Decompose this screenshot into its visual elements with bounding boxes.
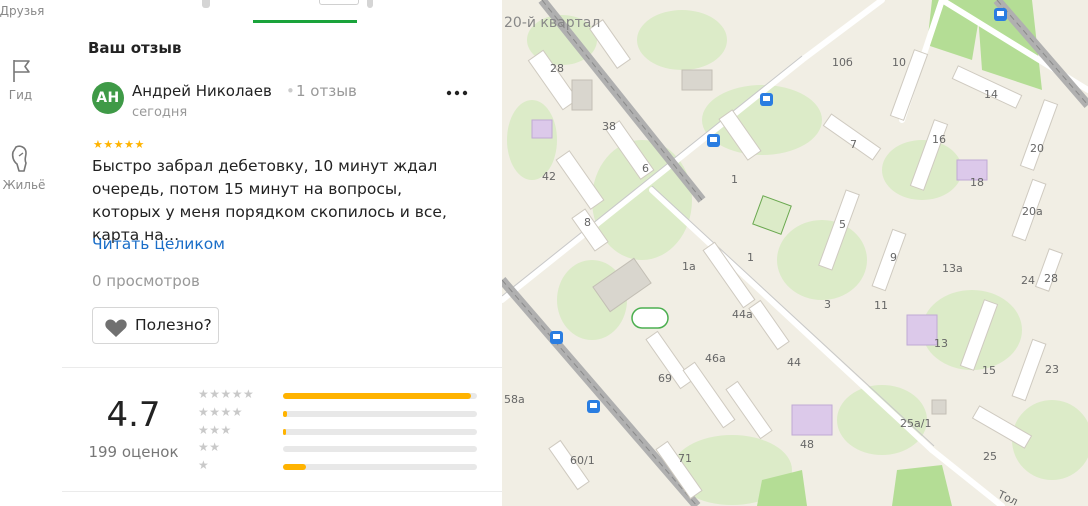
house-number: 44 xyxy=(787,356,801,369)
rating-value: 4.7 xyxy=(106,395,161,435)
dist-fill xyxy=(283,411,287,417)
rail-item-guide-label: Гид xyxy=(8,88,33,102)
rail-item-friends[interactable]: Друзья xyxy=(0,4,62,18)
house-number: 18 xyxy=(970,176,984,189)
house-number: 25а/1 xyxy=(900,417,931,430)
house-number: 13а xyxy=(942,262,963,275)
house-number: 24 xyxy=(1021,274,1035,287)
dist-fill xyxy=(283,393,472,399)
house-number: 6 xyxy=(642,162,649,175)
rail-item-friends-label: Друзья xyxy=(0,4,45,18)
house-number: 28 xyxy=(550,62,564,75)
house-number: 7 xyxy=(850,138,857,151)
house-number: 20 xyxy=(1030,142,1044,155)
house-number: 42 xyxy=(542,170,556,183)
house-number: 71 xyxy=(678,452,692,465)
rating-count: 199 оценок xyxy=(88,443,179,461)
house-number: 1 xyxy=(747,251,754,264)
dist-track xyxy=(283,429,477,435)
house-number: 5 xyxy=(839,218,846,231)
house-number: 20а xyxy=(1022,205,1043,218)
heart-icon xyxy=(105,319,127,337)
rating-dist-row-1: ★ xyxy=(198,458,478,476)
district-label: 20-й квартал xyxy=(504,15,600,31)
read-more-link[interactable]: Читать целиком xyxy=(92,235,225,253)
dist-stars-label: ★★ xyxy=(198,440,221,454)
more-icon xyxy=(446,90,468,96)
map[interactable]: 20-й квартал 28 38 42 6 8 10б 10 14 16 7… xyxy=(502,0,1088,506)
rating-dist-row-3: ★★★ xyxy=(198,423,478,441)
flag-icon xyxy=(13,60,30,82)
useful-button-label: Полезно? xyxy=(135,316,212,334)
tab-fragment xyxy=(202,0,210,8)
house-number: 48 xyxy=(800,438,814,451)
review-text: Быстро забрал дебетовку, 10 минут ждал о… xyxy=(92,157,447,244)
review-date: сегодня xyxy=(132,105,188,120)
dist-fill xyxy=(283,429,286,435)
house-number: 60/1 xyxy=(570,454,595,467)
house-number: 69 xyxy=(658,372,672,385)
dist-track xyxy=(283,464,477,470)
stadium xyxy=(631,307,669,329)
dist-stars-label: ★★★★★ xyxy=(198,387,255,401)
author-separator: • xyxy=(286,82,295,100)
dist-stars-label: ★★★ xyxy=(198,423,232,437)
dist-track xyxy=(283,393,477,399)
dist-track xyxy=(283,411,477,417)
house-number: 58а xyxy=(504,393,525,406)
dist-fill xyxy=(283,464,307,470)
house-number: 16 xyxy=(932,133,946,146)
house-number: 14 xyxy=(984,88,998,101)
house-number: 46а xyxy=(705,352,726,365)
house-number: 25 xyxy=(983,450,997,463)
rail-item-housing[interactable]: Жильё xyxy=(0,144,62,192)
house-number: 11 xyxy=(874,299,888,312)
useful-button[interactable]: Полезно? xyxy=(92,307,219,344)
tab-fragment xyxy=(367,0,373,8)
rating-dist-row-5: ★★★★★ xyxy=(198,387,478,405)
views-count: 0 просмотров xyxy=(92,272,200,290)
rail-item-housing-label: Жильё xyxy=(2,178,46,192)
house-number: 9 xyxy=(890,251,897,264)
house-number: 3 xyxy=(824,298,831,311)
divider xyxy=(62,491,502,492)
more-options-button[interactable] xyxy=(442,84,472,108)
active-tab-indicator xyxy=(253,20,357,23)
house-number: 10 xyxy=(892,56,906,69)
dist-stars-label: ★ xyxy=(198,458,210,472)
house-number: 15 xyxy=(982,364,996,377)
review-stars: ★★★★★ xyxy=(93,138,145,151)
author-name[interactable]: Андрей Николаев xyxy=(132,82,272,100)
rating-dist-row-2: ★★ xyxy=(198,440,478,458)
housing-icon xyxy=(11,145,27,172)
house-number: 13 xyxy=(934,337,948,350)
divider xyxy=(62,367,502,368)
rating-dist-row-4: ★★★★ xyxy=(198,405,478,423)
house-number: 1 xyxy=(731,173,738,186)
house-number: 10б xyxy=(832,56,853,69)
rail-item-guide[interactable]: Гид xyxy=(0,58,62,102)
house-number: 23 xyxy=(1045,363,1059,376)
side-rail: Друзья Гид Жильё xyxy=(0,0,63,506)
house-number: 1а xyxy=(682,260,696,273)
avatar[interactable]: АН xyxy=(92,82,124,114)
dist-stars-label: ★★★★ xyxy=(198,405,244,419)
tab-fragment xyxy=(319,0,359,5)
house-number: 8 xyxy=(584,216,591,229)
tabs-strip xyxy=(62,0,502,26)
house-number: 38 xyxy=(602,120,616,133)
section-title: Ваш отзыв xyxy=(88,39,182,57)
map-canvas[interactable]: 20-й квартал 28 38 42 6 8 10б 10 14 16 7… xyxy=(502,0,1088,506)
review-panel: Ваш отзыв АН Андрей Николаев • 1 отзыв с… xyxy=(62,0,503,506)
author-review-count: 1 отзыв xyxy=(296,82,357,100)
dist-track xyxy=(283,446,477,452)
house-number: 28 xyxy=(1044,272,1058,285)
house-number: 44а xyxy=(732,308,753,321)
